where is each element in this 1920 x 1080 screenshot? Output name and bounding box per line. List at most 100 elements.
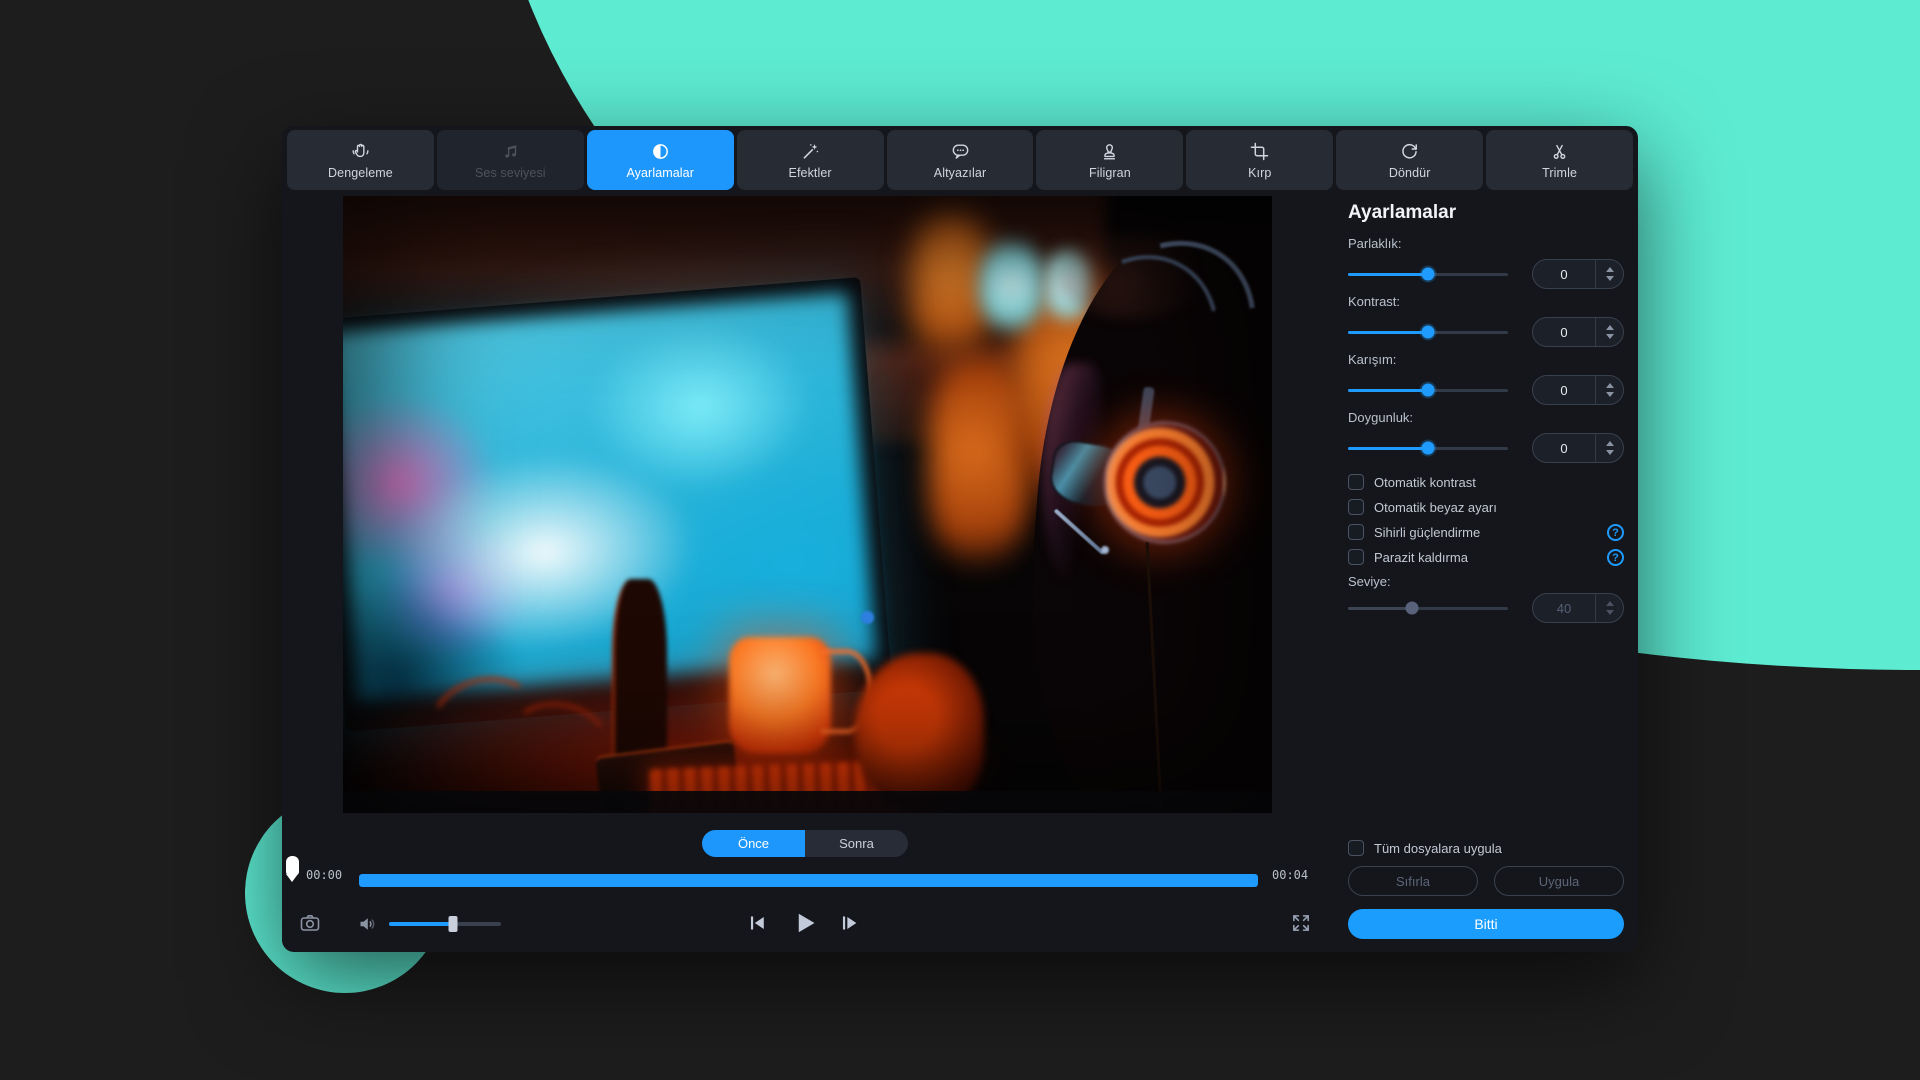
tab-label: Filigran [1089, 166, 1131, 180]
tab-label: Ses seviyesi [475, 166, 546, 180]
decrement-icon[interactable] [1606, 392, 1614, 397]
tab-label: Ayarlamalar [626, 166, 694, 180]
decrement-icon[interactable] [1606, 334, 1614, 339]
checkbox-label: Tüm dosyalara uygula [1374, 841, 1502, 856]
speech-bubble-icon [950, 141, 971, 162]
decrement-icon [1606, 610, 1614, 615]
spin-arrows[interactable] [1596, 383, 1623, 397]
slider-kontrast[interactable] [1348, 331, 1508, 334]
slider-thumb[interactable] [1422, 326, 1435, 339]
spin-value: 0 [1533, 441, 1595, 456]
tab-dondur[interactable]: Döndür [1336, 130, 1483, 190]
tab-label: Trimle [1542, 166, 1577, 180]
tab-ayarlamalar[interactable]: Ayarlamalar [587, 130, 734, 190]
spin-value: 0 [1533, 383, 1595, 398]
tab-dengeleme[interactable]: Dengeleme [287, 130, 434, 190]
spin-value: 0 [1533, 267, 1595, 282]
decrement-icon[interactable] [1606, 276, 1614, 281]
increment-icon[interactable] [1606, 441, 1614, 446]
tab-ses-seviyesi[interactable]: Ses seviyesi [437, 130, 584, 190]
volume-slider[interactable] [389, 922, 501, 926]
slider-karisim[interactable] [1348, 389, 1508, 392]
speaker-icon [356, 912, 380, 936]
checkbox-label: Otomatik kontrast [1374, 475, 1476, 490]
video-preview [343, 196, 1272, 813]
play-button[interactable] [790, 908, 820, 938]
slider-parlaklik[interactable] [1348, 273, 1508, 276]
spinbox-karisim: 0 [1532, 375, 1624, 405]
before-button[interactable]: Önce [702, 830, 805, 857]
spin-value: 0 [1533, 325, 1595, 340]
fullscreen-button[interactable] [1290, 912, 1312, 937]
tab-label: Kırp [1248, 166, 1271, 180]
duration-time: 00:04 [1272, 868, 1308, 882]
apply-button[interactable]: Uygula [1494, 866, 1624, 896]
video-editor-tool-window: Dengeleme Ses seviyesi Ayarlamalar [282, 126, 1638, 952]
checkbox-apply-all-files[interactable] [1348, 840, 1364, 856]
tab-altyazilar[interactable]: Altyazılar [887, 130, 1034, 190]
next-frame-icon [838, 912, 860, 934]
spinbox-doygunluk: 0 [1532, 433, 1624, 463]
decrement-icon[interactable] [1606, 450, 1614, 455]
spinbox-parlaklik: 0 [1532, 259, 1624, 289]
help-icon[interactable]: ? [1607, 524, 1624, 541]
previous-frame-icon [746, 912, 768, 934]
spin-arrows [1596, 601, 1623, 615]
slider-fill [1348, 447, 1428, 450]
checkbox-label: Parazit kaldırma [1374, 550, 1468, 565]
slider-label-parlaklik: Parlaklık: [1348, 236, 1401, 251]
fullscreen-icon [1290, 912, 1312, 934]
slider-label-doygunluk: Doygunluk: [1348, 410, 1413, 425]
next-frame-button[interactable] [838, 912, 860, 934]
magic-wand-icon [800, 141, 821, 162]
slider-label-kontrast: Kontrast: [1348, 294, 1400, 309]
playhead-marker[interactable] [286, 856, 299, 875]
camera-icon [298, 911, 322, 935]
increment-icon[interactable] [1606, 267, 1614, 272]
tab-label: Efektler [789, 166, 832, 180]
slider-doygunluk[interactable] [1348, 447, 1508, 450]
tab-efektler[interactable]: Efektler [737, 130, 884, 190]
checkbox-sihirli-guclendirme[interactable] [1348, 524, 1364, 540]
volume-thumb[interactable] [448, 916, 457, 932]
tab-kirp[interactable]: Kırp [1186, 130, 1333, 190]
slider-fill [1348, 331, 1428, 334]
timeline-track[interactable] [359, 874, 1258, 887]
timeline-progress-fill [359, 874, 1258, 887]
photo-vignette [343, 196, 1272, 813]
done-button[interactable]: Bitti [1348, 909, 1624, 939]
desktop-background: Dengeleme Ses seviyesi Ayarlamalar [0, 0, 1920, 1080]
rotate-icon [1399, 141, 1420, 162]
reset-button[interactable]: Sıfırla [1348, 866, 1478, 896]
slider-thumb[interactable] [1422, 268, 1435, 281]
increment-icon[interactable] [1606, 383, 1614, 388]
slider-seviye [1348, 607, 1508, 610]
slider-thumb[interactable] [1422, 442, 1435, 455]
spin-arrows[interactable] [1596, 267, 1623, 281]
checkbox-label: Otomatik beyaz ayarı [1374, 500, 1497, 515]
tab-trimle[interactable]: Trimle [1486, 130, 1633, 190]
tool-tabbar: Dengeleme Ses seviyesi Ayarlamalar [287, 130, 1633, 190]
hand-icon [350, 141, 371, 162]
stamp-icon [1099, 141, 1120, 162]
mute-button[interactable] [356, 912, 380, 939]
checkbox-otomatik-kontrast[interactable] [1348, 474, 1364, 490]
increment-icon [1606, 601, 1614, 606]
tab-filigran[interactable]: Filigran [1036, 130, 1183, 190]
panel-title: Ayarlamalar [1348, 202, 1456, 224]
previous-frame-button[interactable] [746, 912, 768, 934]
slider-thumb[interactable] [1422, 384, 1435, 397]
help-icon[interactable]: ? [1607, 549, 1624, 566]
elapsed-time: 00:00 [306, 868, 342, 882]
snapshot-button[interactable] [298, 911, 322, 938]
increment-icon[interactable] [1606, 325, 1614, 330]
scissors-icon [1549, 141, 1570, 162]
checkbox-parazit-kaldirma[interactable] [1348, 549, 1364, 565]
spinbox-kontrast: 0 [1532, 317, 1624, 347]
after-button[interactable]: Sonra [805, 830, 908, 857]
spin-arrows[interactable] [1596, 325, 1623, 339]
checkbox-otomatik-beyaz-ayari[interactable] [1348, 499, 1364, 515]
spin-arrows[interactable] [1596, 441, 1623, 455]
tab-label: Dengeleme [328, 166, 393, 180]
spinbox-seviye: 40 [1532, 593, 1624, 623]
